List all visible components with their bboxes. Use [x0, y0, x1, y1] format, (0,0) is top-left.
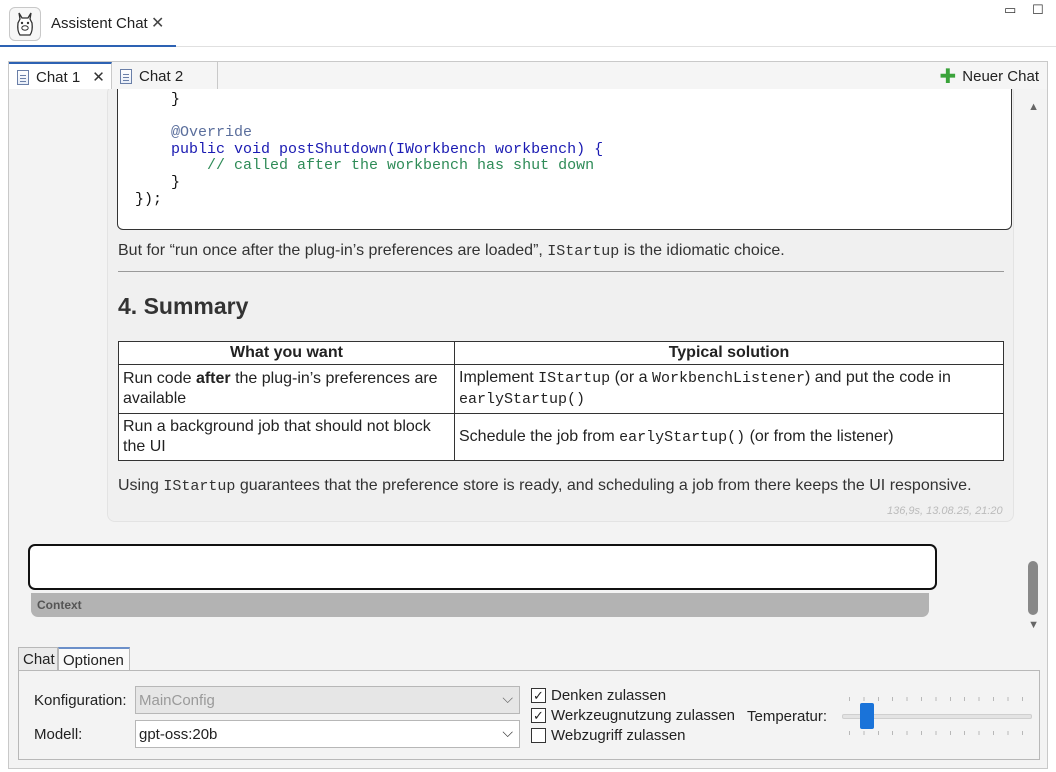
slider-ticks [849, 731, 1029, 735]
view-tab-assistent-chat[interactable]: Assistent Chat ✕ [0, 0, 176, 47]
checkbox-webzugriff[interactable]: Webzugriff zulassen [531, 727, 686, 744]
chevron-down-icon: ⌵ [502, 724, 513, 740]
temperature-slider-thumb[interactable] [859, 703, 874, 729]
inline-code: IStartup [538, 370, 611, 387]
text: Using [118, 477, 164, 494]
code-line: }); [135, 190, 163, 208]
text: Implement [459, 369, 539, 386]
checkbox-checked-icon: ✓ [531, 688, 546, 703]
text: Schedule the job from [459, 427, 620, 445]
document-icon [17, 69, 29, 85]
model-select[interactable]: gpt-oss:20b ⌵ [135, 720, 520, 748]
options-panel: Chat Optionen Konfiguration: MainConfig … [8, 639, 1048, 769]
table-cell: Schedule the job from earlyStartup() (or… [454, 413, 1004, 461]
code-line: @Override [135, 124, 253, 142]
inline-code: earlyStartup() [619, 428, 746, 446]
summary-table: What you want Typical solution Run code … [118, 341, 1004, 461]
tab-label: Chat 1 [36, 68, 81, 86]
text: ) and put the code in [804, 369, 951, 386]
text: is the idiomatic choice. [619, 242, 785, 259]
checkbox-label: Webzugriff zulassen [551, 727, 686, 744]
close-icon[interactable]: ✕ [151, 13, 164, 33]
text: Run code [123, 370, 196, 387]
message-paragraph: But for “run once after the plug-in’s pr… [118, 242, 785, 260]
table-header-row: What you want Typical solution [118, 341, 1004, 365]
message-timestamp: 136,9s, 13.08.25, 21:20 [887, 505, 1003, 517]
options-frame: Konfiguration: MainConfig ⌵ Modell: gpt-… [18, 670, 1040, 760]
inline-code: IStartup [163, 478, 236, 495]
model-label: Modell: [34, 726, 83, 743]
code-line: public void postShutdown(IWorkbench work… [135, 140, 604, 158]
text: (or from the listener) [745, 427, 894, 445]
context-bar[interactable]: Context [31, 593, 929, 617]
config-value: MainConfig [139, 692, 215, 709]
tab-chat-2[interactable]: Chat 2 [112, 62, 218, 90]
tab-chat-1[interactable]: Chat 1 ✕ [9, 62, 112, 90]
table-row: Run a background job that should not blo… [118, 413, 1004, 461]
table-row: Run code after the plug-in’s preferences… [118, 364, 1004, 414]
checkbox-label: Werkzeugnutzung zulassen [551, 707, 735, 724]
model-value: gpt-oss:20b [139, 726, 218, 743]
table-header: Typical solution [454, 341, 1004, 365]
checkbox-label: Denken zulassen [551, 687, 667, 704]
llama-icon [9, 7, 41, 41]
chat-input[interactable] [28, 544, 937, 590]
config-select: MainConfig ⌵ [135, 686, 520, 714]
divider [118, 271, 1004, 272]
view-tab-title: Assistent Chat [51, 15, 148, 32]
view-tab-strip: Assistent Chat ✕ ▭ ☐ [0, 0, 1056, 47]
config-label: Konfiguration: [34, 692, 127, 709]
maximize-icon[interactable]: ☐ [1032, 2, 1044, 18]
chat-scroll-area[interactable]: } @Override public void postShutdown(IWo… [8, 89, 1048, 639]
checkbox-unchecked-icon [531, 728, 546, 743]
bold-text: after [195, 370, 231, 387]
tab-chat[interactable]: Chat [18, 647, 58, 671]
close-icon[interactable]: ✕ [92, 68, 105, 86]
inline-code: WorkbenchListener [651, 370, 805, 387]
new-chat-button[interactable]: ✚ Neuer Chat [940, 62, 1039, 90]
code-line: } [135, 173, 181, 191]
new-chat-label: Neuer Chat [962, 67, 1039, 85]
plus-icon: ✚ [939, 65, 957, 88]
scroll-down-arrow-icon[interactable]: ▼ [1028, 619, 1039, 631]
code-line: } [135, 91, 181, 108]
document-icon [120, 68, 132, 84]
chat-tab-bar: Chat 1 ✕ Chat 2 ✚ Neuer Chat [8, 61, 1048, 90]
chevron-down-icon: ⌵ [502, 690, 513, 706]
table-cell: Run code after the plug-in’s preferences… [118, 364, 455, 414]
inline-code: IStartup [547, 243, 620, 260]
table-cell: Run a background job that should not blo… [118, 413, 455, 461]
tab-label: Chat 2 [139, 67, 184, 85]
checkbox-denken[interactable]: ✓ Denken zulassen [531, 687, 666, 704]
scroll-up-arrow-icon[interactable]: ▲ [1028, 101, 1039, 113]
table-cell: Implement IStartup (or a WorkbenchListen… [454, 364, 1004, 414]
checkbox-werkzeugnutzung[interactable]: ✓ Werkzeugnutzung zulassen [531, 707, 735, 724]
text: guarantees that the preference store is … [235, 477, 972, 494]
table-header: What you want [118, 341, 455, 365]
minimize-icon[interactable]: ▭ [1004, 2, 1016, 18]
text: (or a [610, 369, 652, 386]
context-label: Context [37, 598, 82, 612]
inline-code: earlyStartup() [459, 391, 586, 408]
checkbox-checked-icon: ✓ [531, 708, 546, 723]
tab-optionen[interactable]: Optionen [58, 647, 130, 671]
code-line: // called after the workbench has shut d… [135, 157, 595, 175]
scrollbar-thumb[interactable] [1028, 561, 1038, 615]
temperature-label: Temperatur: [747, 708, 828, 725]
code-block: } @Override public void postShutdown(IWo… [117, 89, 1012, 230]
message-paragraph: Using IStartup guarantees that the prefe… [118, 477, 972, 495]
slider-ticks [849, 697, 1029, 701]
section-heading: 4. Summary [118, 293, 249, 319]
text: But for “run once after the plug-in’s pr… [118, 242, 548, 259]
